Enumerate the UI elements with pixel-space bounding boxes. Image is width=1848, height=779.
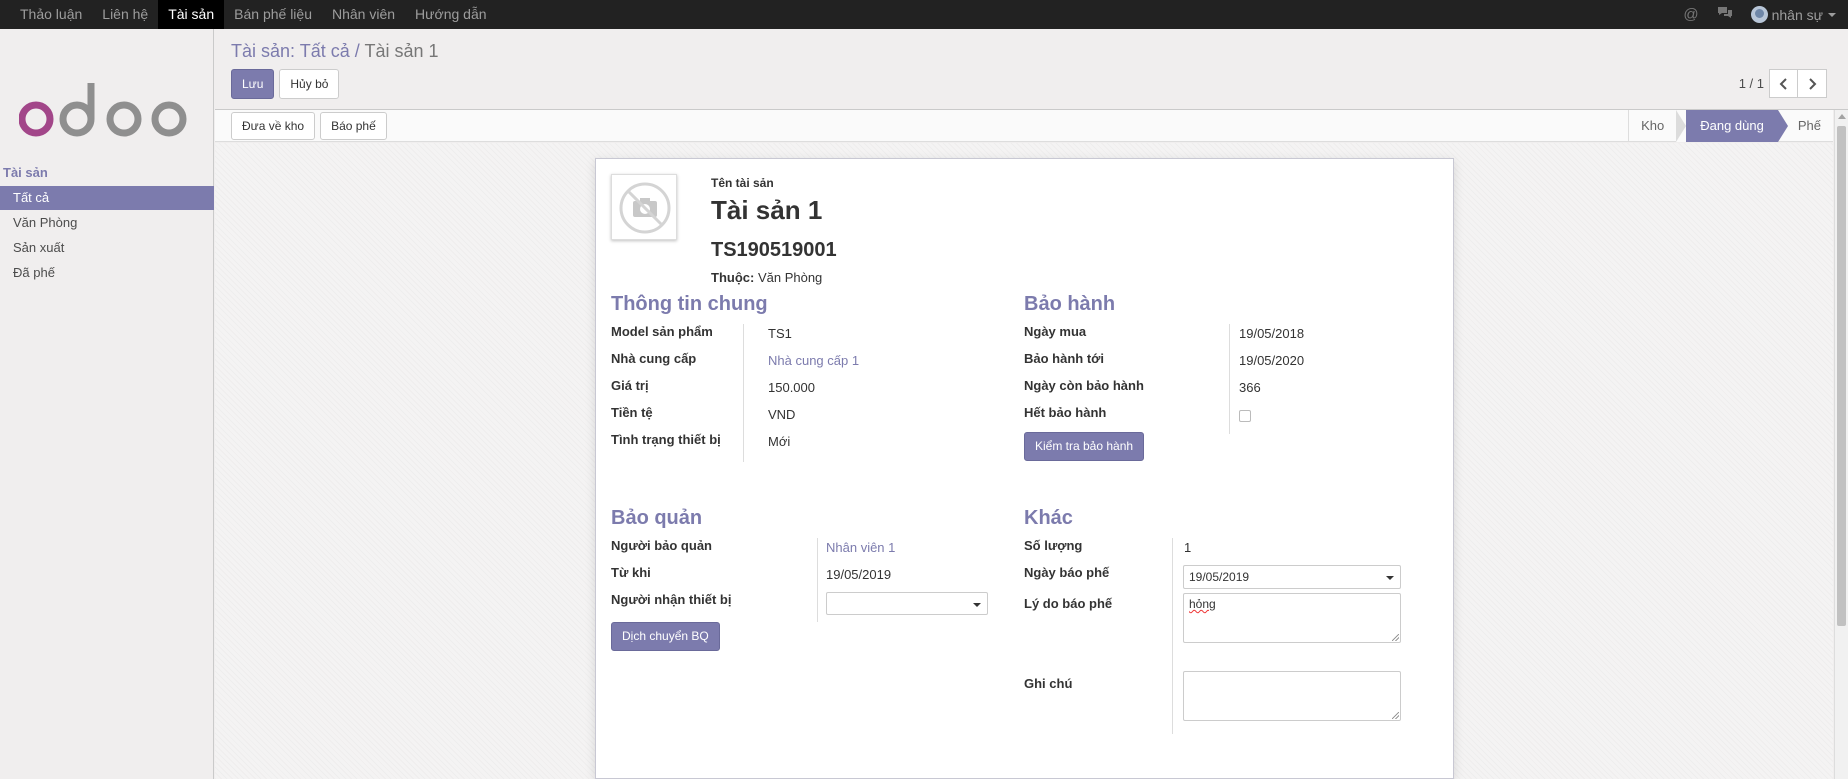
asset-code: TS190519001 bbox=[711, 239, 837, 261]
asset-department: Thuộc: Văn Phòng bbox=[711, 270, 822, 285]
breadcrumb-current: Tài sản 1 bbox=[364, 41, 439, 61]
condition-field[interactable]: Mới bbox=[768, 434, 790, 449]
scroll-up-icon[interactable] bbox=[1838, 114, 1846, 119]
scrap-date-label: Ngày báo phế bbox=[1024, 565, 1110, 580]
main-menu: Thảo luận Liên hệ Tài sản Bán phế liệu N… bbox=[10, 0, 497, 29]
stage-phe[interactable]: Phế bbox=[1778, 110, 1833, 142]
warranty-expired-checkbox[interactable] bbox=[1239, 410, 1251, 422]
resize-grip-icon[interactable] bbox=[1392, 712, 1399, 719]
warranty-days-field: 366 bbox=[1239, 380, 1261, 395]
supplier-label: Nhà cung cấp bbox=[611, 351, 697, 366]
top-navbar: Thảo luận Liên hệ Tài sản Bán phế liệu N… bbox=[0, 0, 1848, 29]
sidebar-item-tat-ca[interactable]: Tất cả bbox=[0, 186, 214, 210]
keeper-field[interactable]: Nhân viên 1 bbox=[826, 540, 895, 555]
menu-lien-he[interactable]: Liên hệ bbox=[92, 0, 158, 29]
sidebar-item-van-phong[interactable]: Văn Phòng bbox=[0, 211, 214, 235]
scrollbar-thumb[interactable] bbox=[1837, 126, 1846, 626]
next-icon[interactable] bbox=[1798, 69, 1827, 98]
model-label: Model sản phẩm bbox=[611, 324, 713, 339]
asset-name-label: Tên tài sản bbox=[711, 176, 774, 190]
warranty-title: Bảo hành bbox=[1024, 293, 1116, 315]
scrollbar[interactable] bbox=[1834, 110, 1848, 779]
to-stock-button[interactable]: Đưa về kho bbox=[231, 112, 316, 140]
previous-icon[interactable] bbox=[1769, 69, 1798, 98]
warranty-until-field[interactable]: 19/05/2020 bbox=[1239, 353, 1304, 368]
scrap-reason-label: Lý do báo phế bbox=[1024, 596, 1113, 611]
report-scrap-button[interactable]: Báo phế bbox=[320, 112, 387, 140]
mention-icon[interactable]: @ bbox=[1683, 6, 1698, 23]
chevron-down-icon bbox=[1386, 576, 1394, 580]
other-group: Khác Số lượng 1 Ngày báo phế 19/05/2019 L… bbox=[1024, 507, 1444, 734]
pager-value[interactable]: 1 / 1 bbox=[1739, 76, 1764, 91]
purchase-date-field[interactable]: 19/05/2018 bbox=[1239, 326, 1304, 341]
scrap-date-select[interactable]: 19/05/2019 bbox=[1183, 565, 1401, 589]
odoo-logo bbox=[19, 83, 187, 137]
move-keeper-button[interactable]: Dịch chuyển BQ bbox=[611, 622, 720, 651]
quantity-label: Số lượng bbox=[1024, 538, 1083, 553]
menu-tai-san[interactable]: Tài sản bbox=[158, 0, 225, 29]
warranty-days-label: Ngày còn bảo hành bbox=[1024, 378, 1144, 393]
chevron-down-icon bbox=[1828, 12, 1836, 17]
general-info-title: Thông tin chung bbox=[611, 293, 768, 315]
supplier-field[interactable]: Nhà cung cấp 1 bbox=[768, 353, 859, 368]
receiver-label: Người nhận thiết bị bbox=[611, 592, 732, 607]
stage-kho[interactable]: Kho bbox=[1628, 110, 1676, 142]
since-field[interactable]: 19/05/2019 bbox=[826, 567, 891, 582]
quantity-field[interactable]: 1 bbox=[1184, 540, 1191, 555]
purchase-date-label: Ngày mua bbox=[1024, 324, 1087, 339]
stage-dang-dung[interactable]: Đang dùng bbox=[1676, 110, 1788, 142]
pager: 1 / 1 bbox=[1739, 69, 1827, 98]
save-button[interactable]: Lưu bbox=[231, 69, 275, 99]
check-warranty-button[interactable]: Kiểm tra bảo hành bbox=[1024, 432, 1145, 461]
user-menu[interactable]: nhân sự bbox=[1750, 6, 1836, 23]
department-value[interactable]: Văn Phòng bbox=[758, 270, 822, 285]
department-label: Thuộc: bbox=[711, 270, 755, 285]
keeper-label: Người bảo quản bbox=[611, 538, 712, 553]
breadcrumb-parent[interactable]: Tài sản: Tất cả bbox=[231, 41, 350, 61]
no-image-icon bbox=[619, 182, 671, 234]
menu-ban-phe-lieu[interactable]: Bán phế liệu bbox=[224, 0, 322, 29]
form-sheet: Tên tài sản Tài sản 1 TS190519001 Thuộc:… bbox=[595, 158, 1454, 779]
currency-label: Tiền tệ bbox=[611, 405, 653, 420]
breadcrumb-separator: / bbox=[354, 41, 360, 61]
control-panel: Tài sản: Tất cả / Tài sản 1 Lưu Hủy bỏ 1… bbox=[215, 29, 1848, 110]
menu-nhan-vien[interactable]: Nhân viên bbox=[322, 0, 405, 29]
resize-grip-icon[interactable] bbox=[1392, 634, 1399, 641]
value-field[interactable]: 150.000 bbox=[768, 380, 815, 395]
model-field[interactable]: TS1 bbox=[768, 326, 792, 341]
other-title: Khác bbox=[1024, 507, 1073, 529]
note-textarea[interactable] bbox=[1183, 671, 1401, 721]
scrap-reason-textarea[interactable]: hỏng bbox=[1183, 593, 1401, 643]
value-label: Giá trị bbox=[611, 378, 649, 393]
chevron-down-icon bbox=[973, 603, 981, 607]
asset-name[interactable]: Tài sản 1 bbox=[711, 195, 822, 226]
asset-image[interactable] bbox=[611, 174, 677, 240]
warranty-expired-label: Hết bảo hành bbox=[1024, 405, 1107, 420]
note-label: Ghi chú bbox=[1024, 676, 1073, 691]
sidebar: Tài sản Tất cả Văn Phòng Sản xuất Đã phế bbox=[0, 29, 214, 779]
storage-group: Bảo quản Người bảo quản Nhân viên 1 Từ kh… bbox=[611, 507, 991, 651]
warranty-until-label: Bảo hành tới bbox=[1024, 351, 1105, 366]
condition-label: Tình trạng thiết bị bbox=[611, 432, 721, 447]
currency-field[interactable]: VND bbox=[768, 407, 795, 422]
status-bar: Đưa về kho Báo phế Kho Đang dùng Phế bbox=[215, 110, 1833, 142]
general-info-group: Thông tin chung Model sản phẩm TS1 Nhà cu… bbox=[611, 293, 941, 462]
sidebar-section-title: Tài sản bbox=[3, 165, 48, 180]
avatar bbox=[1750, 6, 1768, 23]
warranty-group: Bảo hành Ngày mua 19/05/2018 Bảo hành tới… bbox=[1024, 293, 1424, 461]
sidebar-item-san-xuat[interactable]: Sản xuất bbox=[0, 236, 214, 260]
sidebar-item-da-phe[interactable]: Đã phế bbox=[0, 261, 214, 285]
receiver-select[interactable] bbox=[826, 592, 988, 615]
user-name: nhân sự bbox=[1771, 6, 1823, 23]
since-label: Từ khi bbox=[611, 565, 651, 580]
menu-huong-dan[interactable]: Hướng dẫn bbox=[405, 0, 496, 29]
discard-button[interactable]: Hủy bỏ bbox=[279, 69, 340, 99]
storage-title: Bảo quản bbox=[611, 507, 703, 529]
breadcrumb: Tài sản: Tất cả / Tài sản 1 bbox=[231, 41, 439, 62]
stage-pipeline: Kho Đang dùng Phế bbox=[1628, 110, 1833, 142]
chat-icon[interactable] bbox=[1717, 6, 1733, 23]
menu-thao-luan[interactable]: Thảo luận bbox=[10, 0, 92, 29]
